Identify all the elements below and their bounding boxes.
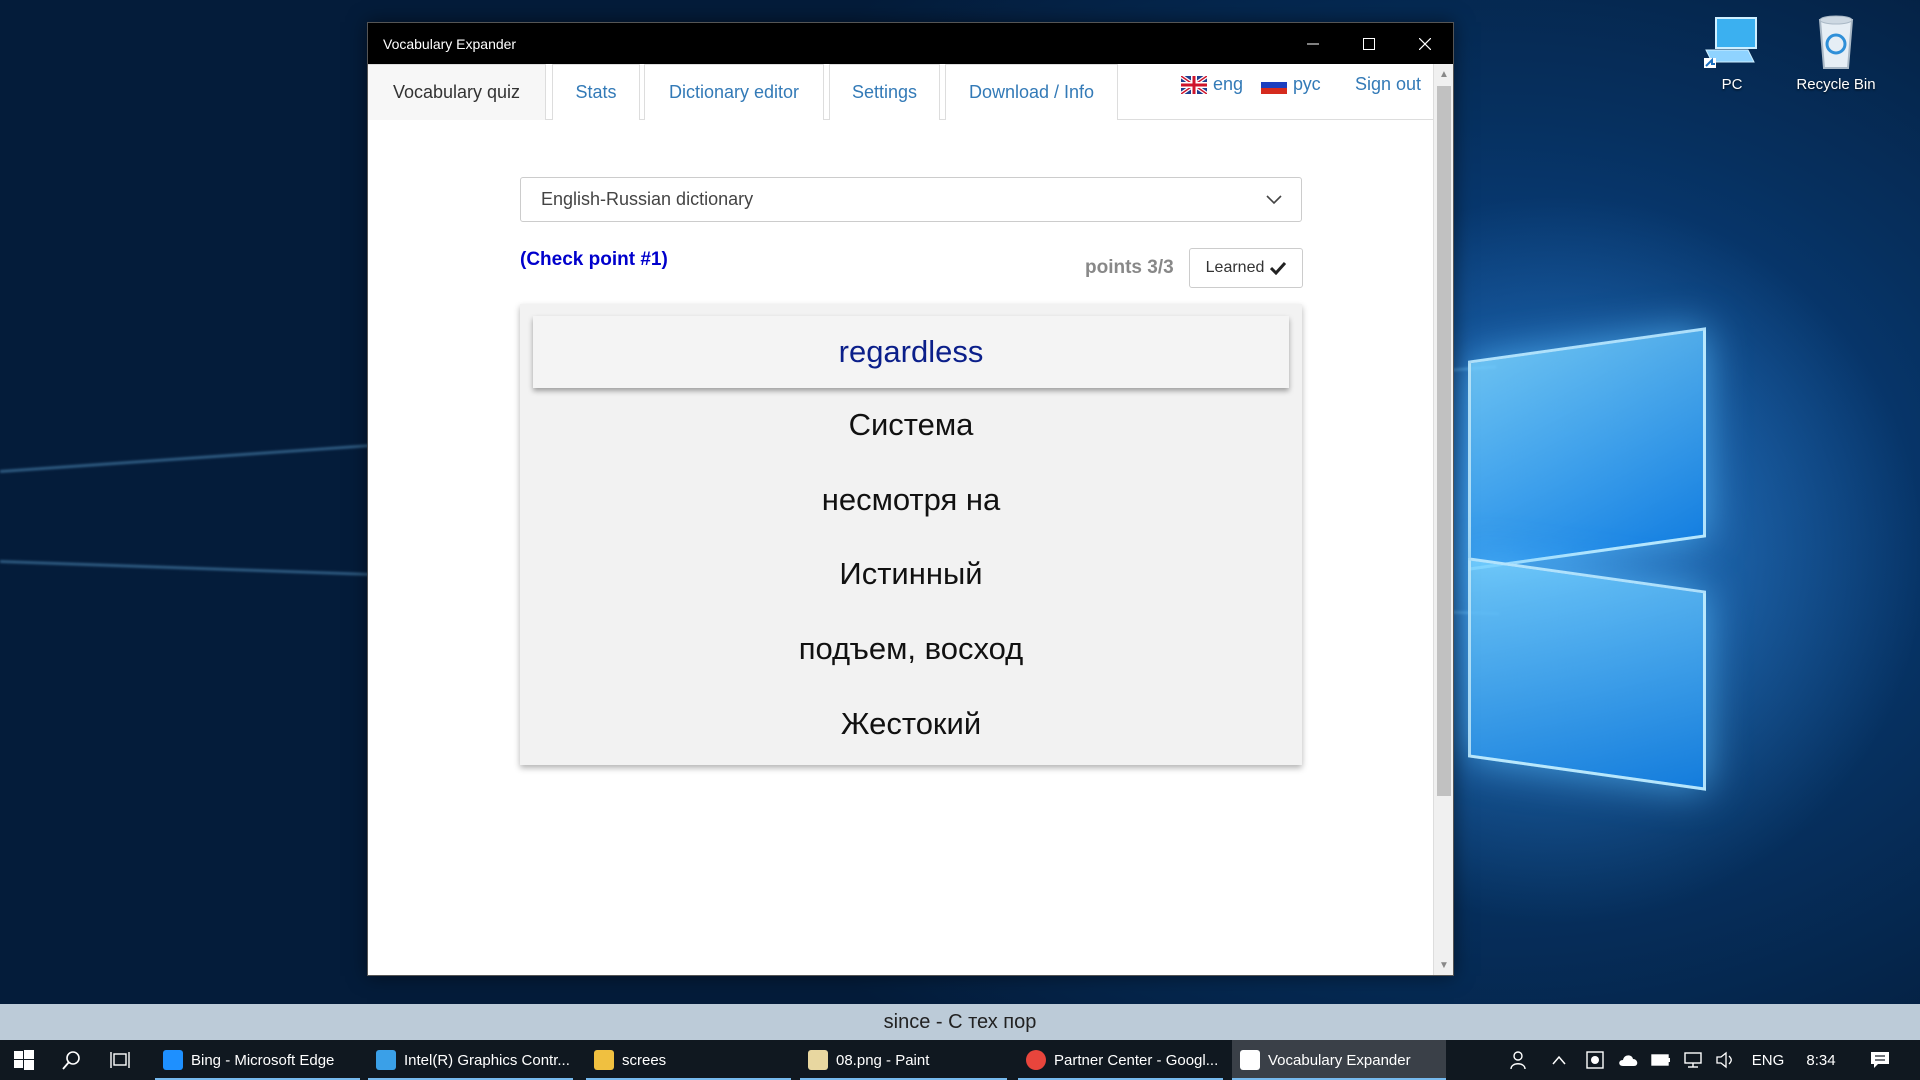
tab-dictionary-editor[interactable]: Dictionary editor — [644, 64, 824, 120]
vertical-scrollbar[interactable]: ▲ ▼ — [1433, 64, 1453, 975]
learned-button-label: Learned — [1205, 259, 1265, 276]
tray-app-icon[interactable] — [1580, 1040, 1610, 1080]
window-title: Vocabulary Expander — [383, 35, 517, 52]
input-language-indicator[interactable]: ENG — [1748, 1040, 1788, 1080]
uk-flag-icon — [1181, 75, 1207, 94]
desktop-icon-recycle-bin[interactable]: Recycle Bin — [1790, 12, 1882, 93]
language-russian-link[interactable]: рус — [1261, 74, 1321, 95]
quiz-word: regardless — [533, 316, 1289, 388]
desktop-icon-label: Recycle Bin — [1796, 76, 1876, 93]
taskbar-item-label: Intel(R) Graphics Contr... — [404, 1051, 570, 1069]
paint-icon — [808, 1050, 828, 1070]
taskbar-item-label: screes — [622, 1051, 667, 1069]
answer-option[interactable]: Истинный — [520, 544, 1302, 604]
tab-vocabulary-quiz[interactable]: Vocabulary quiz — [368, 64, 546, 120]
taskbar-item-label: 08.png - Paint — [836, 1051, 930, 1069]
search-icon — [62, 1051, 80, 1070]
minimize-icon — [1307, 43, 1319, 44]
network-icon[interactable] — [1678, 1040, 1708, 1080]
start-button[interactable] — [0, 1040, 48, 1080]
tab-stats[interactable]: Stats — [552, 64, 640, 120]
taskbar-item-label: Bing - Microsoft Edge — [191, 1051, 335, 1069]
language-english-label: eng — [1213, 74, 1244, 94]
taskbar-item-label: Vocabulary Expander — [1268, 1051, 1411, 1069]
recycle-bin-icon — [1806, 12, 1866, 70]
taskbar-item-chrome[interactable]: Partner Center - Googl... — [1018, 1040, 1223, 1080]
taskbar-item-edge[interactable]: Bing - Microsoft Edge — [155, 1040, 360, 1080]
windows-start-icon — [14, 1050, 34, 1070]
app-content: Vocabulary quiz Stats Dictionary editor … — [368, 64, 1433, 975]
scroll-thumb[interactable] — [1437, 86, 1451, 796]
app-window: Vocabulary Expander Vocabulary quiz Stat… — [367, 22, 1454, 976]
points-counter: points 3/3 — [1085, 257, 1174, 278]
dictionary-select[interactable]: English-Russian dictionary — [520, 177, 1302, 222]
battery-icon[interactable] — [1646, 1040, 1676, 1080]
tab-label: Dictionary editor — [668, 82, 800, 102]
tab-settings[interactable]: Settings — [829, 64, 940, 120]
desktop-icon-pc[interactable]: PC — [1686, 12, 1778, 93]
taskbar-item-label: Partner Center - Googl... — [1054, 1051, 1219, 1069]
close-button[interactable] — [1397, 23, 1453, 64]
desktop-icon-label: PC — [1721, 76, 1743, 93]
language-russian-label: рус — [1293, 74, 1321, 94]
notification-center-icon[interactable] — [1860, 1040, 1900, 1080]
checkmark-icon — [1270, 261, 1287, 275]
tab-label: Vocabulary quiz — [392, 82, 521, 102]
answer-option[interactable]: несмотря на — [520, 470, 1302, 530]
answer-option[interactable]: подъем, восход — [520, 619, 1302, 679]
russia-flag-icon — [1261, 75, 1287, 94]
edge-icon — [163, 1050, 183, 1070]
status-strip: since - С тех пор — [0, 1004, 1920, 1040]
chevron-up-icon[interactable] — [1544, 1040, 1574, 1080]
windows-logo-pane — [1468, 327, 1706, 571]
checkpoint-label: (Check point #1) — [520, 249, 668, 270]
people-icon[interactable] — [1502, 1040, 1538, 1080]
close-icon — [1419, 37, 1431, 50]
status-strip-text: since - С тех пор — [883, 1010, 1037, 1033]
onedrive-icon[interactable] — [1614, 1040, 1644, 1080]
maximize-button[interactable] — [1341, 23, 1397, 64]
folder-icon — [594, 1050, 614, 1070]
dictionary-select-value: English-Russian dictionary — [541, 189, 754, 209]
tab-download-info[interactable]: Download / Info — [945, 64, 1118, 120]
maximize-icon — [1363, 37, 1375, 50]
search-button[interactable] — [48, 1040, 96, 1080]
taskbar-item-paint[interactable]: 08.png - Paint — [800, 1040, 1007, 1080]
scroll-up-icon[interactable]: ▲ — [1434, 64, 1454, 84]
scroll-down-icon[interactable]: ▼ — [1434, 955, 1454, 975]
tab-label: Download / Info — [968, 82, 1095, 102]
sign-out-link[interactable]: Sign out — [1355, 74, 1421, 95]
vocabulary-expander-icon — [1240, 1050, 1260, 1070]
intel-graphics-icon — [376, 1050, 396, 1070]
computer-icon — [1702, 12, 1762, 70]
taskbar: Bing - Microsoft Edge Intel(R) Graphics … — [0, 1040, 1920, 1080]
nav-tabs: Vocabulary quiz Stats Dictionary editor … — [368, 64, 1433, 120]
answer-option[interactable]: Система — [520, 395, 1302, 455]
quiz-panel: regardless Система несмотря на Истинный … — [520, 304, 1302, 765]
taskbar-item-intel-graphics[interactable]: Intel(R) Graphics Contr... — [368, 1040, 573, 1080]
chrome-icon — [1026, 1050, 1046, 1070]
taskbar-item-vocabulary-expander[interactable]: Vocabulary Expander — [1232, 1040, 1446, 1080]
task-view-icon — [110, 1052, 130, 1068]
task-view-button[interactable] — [96, 1040, 144, 1080]
chevron-down-icon — [1266, 195, 1282, 205]
volume-icon[interactable] — [1710, 1040, 1740, 1080]
language-english-link[interactable]: eng — [1181, 74, 1243, 95]
learned-button[interactable]: Learned — [1189, 248, 1303, 288]
minimize-button[interactable] — [1285, 23, 1341, 64]
tab-label: Settings — [851, 82, 918, 102]
tab-label: Stats — [575, 82, 617, 102]
title-bar[interactable]: Vocabulary Expander — [368, 23, 1453, 64]
answer-option[interactable]: Жестокий — [520, 694, 1302, 754]
clock[interactable]: 8:34 — [1796, 1040, 1846, 1080]
windows-logo-pane — [1468, 557, 1706, 791]
taskbar-item-screes[interactable]: screes — [586, 1040, 791, 1080]
